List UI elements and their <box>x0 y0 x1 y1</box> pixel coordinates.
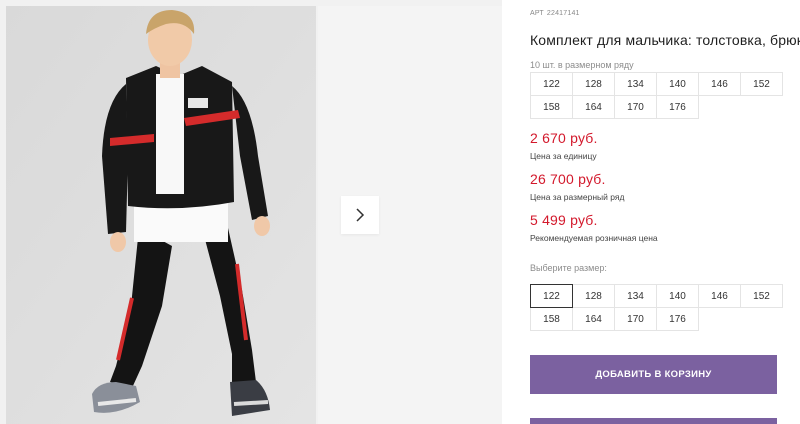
product-title: Комплект для мальчика: толстовка, брюки <box>530 32 800 48</box>
sku: АРТ 22417141 <box>530 10 583 17</box>
size-option-selected[interactable]: 122 <box>530 284 573 308</box>
secondary-action-button[interactable] <box>530 418 777 424</box>
pack-size-cell: 176 <box>656 95 699 119</box>
unit-price-label: Цена за единицу <box>530 151 597 161</box>
pack-size-cell: 140 <box>656 72 699 96</box>
pack-size-grid: 122 128 134 140 146 152 158 164 170 176 <box>530 72 783 119</box>
pack-size-cell: 122 <box>530 72 573 96</box>
size-option[interactable]: 164 <box>572 307 615 331</box>
size-option[interactable]: 170 <box>614 307 657 331</box>
pack-size-cell: 134 <box>614 72 657 96</box>
choose-size-caption: Выберите размер: <box>530 263 607 273</box>
pack-size-cell: 146 <box>698 72 741 96</box>
size-option[interactable]: 146 <box>698 284 741 308</box>
size-option[interactable]: 140 <box>656 284 699 308</box>
pack-price: 26 700 руб. <box>530 171 606 187</box>
unit-price: 2 670 руб. <box>530 130 598 146</box>
pack-size-caption: 10 шт. в размерном ряду <box>530 60 634 70</box>
product-gallery <box>0 0 502 424</box>
add-to-cart-button[interactable]: ДОБАВИТЬ В КОРЗИНУ <box>530 355 777 394</box>
boy-in-tracksuit-image <box>6 6 316 424</box>
pack-size-cell: 170 <box>614 95 657 119</box>
pack-size-cell: 152 <box>740 72 783 96</box>
size-option[interactable]: 158 <box>530 307 573 331</box>
pack-size-cell: 128 <box>572 72 615 96</box>
sku-value: 22417141 <box>546 10 580 17</box>
chevron-right-icon <box>355 208 365 222</box>
size-option[interactable]: 128 <box>572 284 615 308</box>
size-option[interactable]: 134 <box>614 284 657 308</box>
sku-label: АРТ <box>530 10 544 17</box>
pack-size-cell: 158 <box>530 95 573 119</box>
pack-price-label: Цена за размерный ряд <box>530 192 625 202</box>
size-option[interactable]: 152 <box>740 284 783 308</box>
next-photo-button[interactable] <box>341 196 379 234</box>
product-info-panel: АРТ 22417141 Комплект для мальчика: толст… <box>530 0 800 424</box>
pack-size-cell: 164 <box>572 95 615 119</box>
product-photo[interactable] <box>6 6 316 424</box>
size-selector: 122 128 134 140 146 152 158 164 170 176 <box>530 284 783 331</box>
retail-price-label: Рекомендуемая розничная цена <box>530 233 658 243</box>
retail-price: 5 499 руб. <box>530 212 598 228</box>
size-option[interactable]: 176 <box>656 307 699 331</box>
